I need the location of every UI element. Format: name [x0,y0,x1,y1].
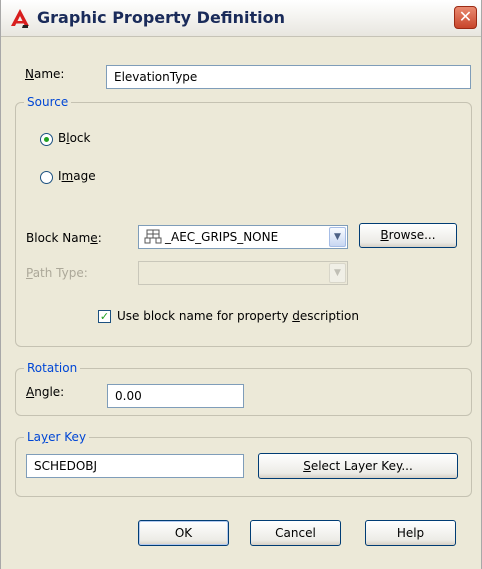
use-block-name-checkbox[interactable]: ✓ [98,310,111,323]
window-title: Graphic Property Definition [37,8,286,27]
close-button[interactable]: ✕ [454,6,477,29]
image-radio-label[interactable]: Image [58,169,96,183]
chevron-down-icon: ▼ [329,263,346,283]
use-block-name-label[interactable]: Use block name for property description [117,309,359,323]
source-legend: Source [24,95,72,109]
angle-input[interactable]: 0.00 [107,384,244,408]
layer-key-legend: Layer Key [24,430,90,444]
name-label: Name: [25,67,65,81]
select-layer-key-button[interactable]: Select Layer Key... [258,453,458,479]
image-radio[interactable] [40,171,53,184]
block-icon [144,229,162,244]
chevron-down-icon[interactable]: ▼ [329,227,346,247]
ok-button[interactable]: OK [138,520,229,546]
block-name-select[interactable]: _AEC_GRIPS_NONE ▼ [138,225,348,249]
angle-label: Angle: [26,385,65,399]
rotation-legend: Rotation [24,361,81,375]
radio-selected-dot [44,137,49,142]
name-input[interactable]: ElevationType [106,65,471,89]
block-name-label: Block Name: [26,231,102,245]
block-name-value: _AEC_GRIPS_NONE [165,230,279,244]
cancel-button[interactable]: Cancel [250,520,341,546]
path-type-select[interactable]: ▼ [138,261,348,285]
block-radio-label[interactable]: Block [58,131,90,145]
autocad-icon [11,9,29,28]
block-radio[interactable] [40,133,53,146]
path-type-label: Path Type: [26,266,88,280]
graphic-property-definition-dialog: Graphic Property Definition ✕ Name: Elev… [0,0,482,569]
browse-button[interactable]: Browse... [359,223,457,248]
help-button[interactable]: Help [365,520,456,546]
title-bar[interactable]: Graphic Property Definition ✕ [1,0,481,37]
layer-key-input[interactable]: SCHEDOBJ [26,454,244,478]
close-icon: ✕ [458,7,473,26]
